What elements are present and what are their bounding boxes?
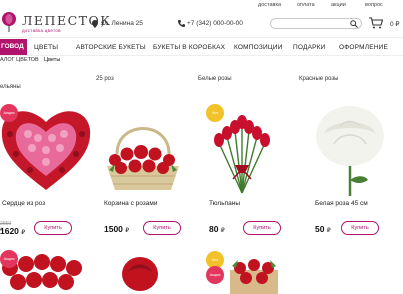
buy-button[interactable]: Купить (34, 221, 72, 235)
buy-button[interactable]: Купить (243, 221, 281, 235)
product-image-white-rose[interactable] (310, 104, 394, 196)
buy-button[interactable]: Купить (143, 221, 181, 235)
product-name[interactable]: Белая роза 45 см (315, 200, 368, 207)
sale-badge: Акция (0, 104, 18, 122)
product-price: 1500 ₽ (104, 224, 129, 234)
cart-icon[interactable] (369, 17, 383, 29)
nav-item-compositions[interactable]: КОМПОЗИЦИИ (234, 44, 283, 51)
price-currency: ₽ (21, 230, 26, 236)
nav-item-box-bouquets[interactable]: БУКЕТЫ В КОРОБКАХ (153, 44, 225, 51)
phone-icon (178, 20, 185, 27)
sale-badge: Акция (206, 266, 224, 284)
address-text: ул. Ленина 25 (101, 20, 143, 27)
search-icon[interactable] (350, 20, 358, 28)
sale-badge: Акция (0, 250, 18, 268)
filter-25-roses[interactable]: 25 роз (96, 76, 114, 82)
price-currency: ₽ (125, 228, 130, 234)
phone-text[interactable]: +7 (342) 000-00-00 (187, 20, 243, 27)
nav-item-gifts[interactable]: ПОДАРКИ (293, 44, 326, 51)
logo-flower-icon[interactable] (0, 11, 18, 33)
product-name[interactable]: Корзина с розами (104, 200, 157, 207)
toplink-question[interactable]: вопрос (365, 2, 383, 8)
price-currency: ₽ (220, 228, 225, 234)
brand-tagline: доставка цветов (22, 28, 61, 33)
filter-white-roses[interactable]: Белые розы (198, 76, 232, 82)
product-price: 50 ₽ (315, 224, 331, 234)
product-image-single-red-rose[interactable] (118, 254, 162, 294)
product-price: 80 ₽ (209, 224, 225, 234)
top-links: доставка оплата акции вопрос (0, 0, 403, 9)
nav-item-decoration[interactable]: ОФОРМЛЕНИЕ (339, 44, 388, 51)
nav-catalog-button[interactable]: ГОВОД (0, 39, 27, 55)
nav-item-author-bouquets[interactable]: АВТОРСКИЕ БУКЕТЫ (76, 44, 146, 51)
phone[interactable]: +7 (342) 000-00-00 (178, 20, 243, 27)
product-image-rose-basket[interactable] (103, 114, 183, 192)
hit-badge: Хит продаж (206, 104, 224, 133)
product-name[interactable]: Тюльпаны (209, 200, 240, 207)
price-value: 50 (315, 224, 325, 234)
price-currency: ₽ (326, 228, 331, 234)
nav-item-flowers[interactable]: ЦВЕТЫ (34, 44, 58, 51)
location-pin-icon (92, 20, 98, 28)
product-price: 1620 ₽ (0, 226, 25, 236)
breadcrumb-catalog[interactable]: АЛОГ ЦВЕТОВ (0, 57, 39, 63)
breadcrumb-current: Цветы (44, 57, 61, 63)
toplink-delivery[interactable]: доставка (258, 2, 281, 8)
filter-red-roses[interactable]: Красные розы (299, 76, 338, 82)
price-value: 1500 (104, 224, 123, 234)
main-nav: ГОВОД ЦВЕТЫ АВТОРСКИЕ БУКЕТЫ БУКЕТЫ В КО… (0, 37, 403, 56)
search-input[interactable] (270, 18, 362, 29)
toplink-sales[interactable]: акции (331, 2, 346, 8)
product-name[interactable]: Сердце из роз (2, 200, 45, 207)
filter-tulips[interactable]: ельяны (0, 84, 21, 90)
buy-button[interactable]: Купить (341, 221, 379, 235)
cart-total[interactable]: 0 ₽ (390, 20, 400, 28)
toplink-payment[interactable]: оплата (297, 2, 315, 8)
price-value: 1620 (0, 226, 19, 236)
product-image-rose-box[interactable] (226, 256, 282, 294)
address: ул. Ленина 25 (92, 20, 143, 28)
price-value: 80 (209, 224, 219, 234)
